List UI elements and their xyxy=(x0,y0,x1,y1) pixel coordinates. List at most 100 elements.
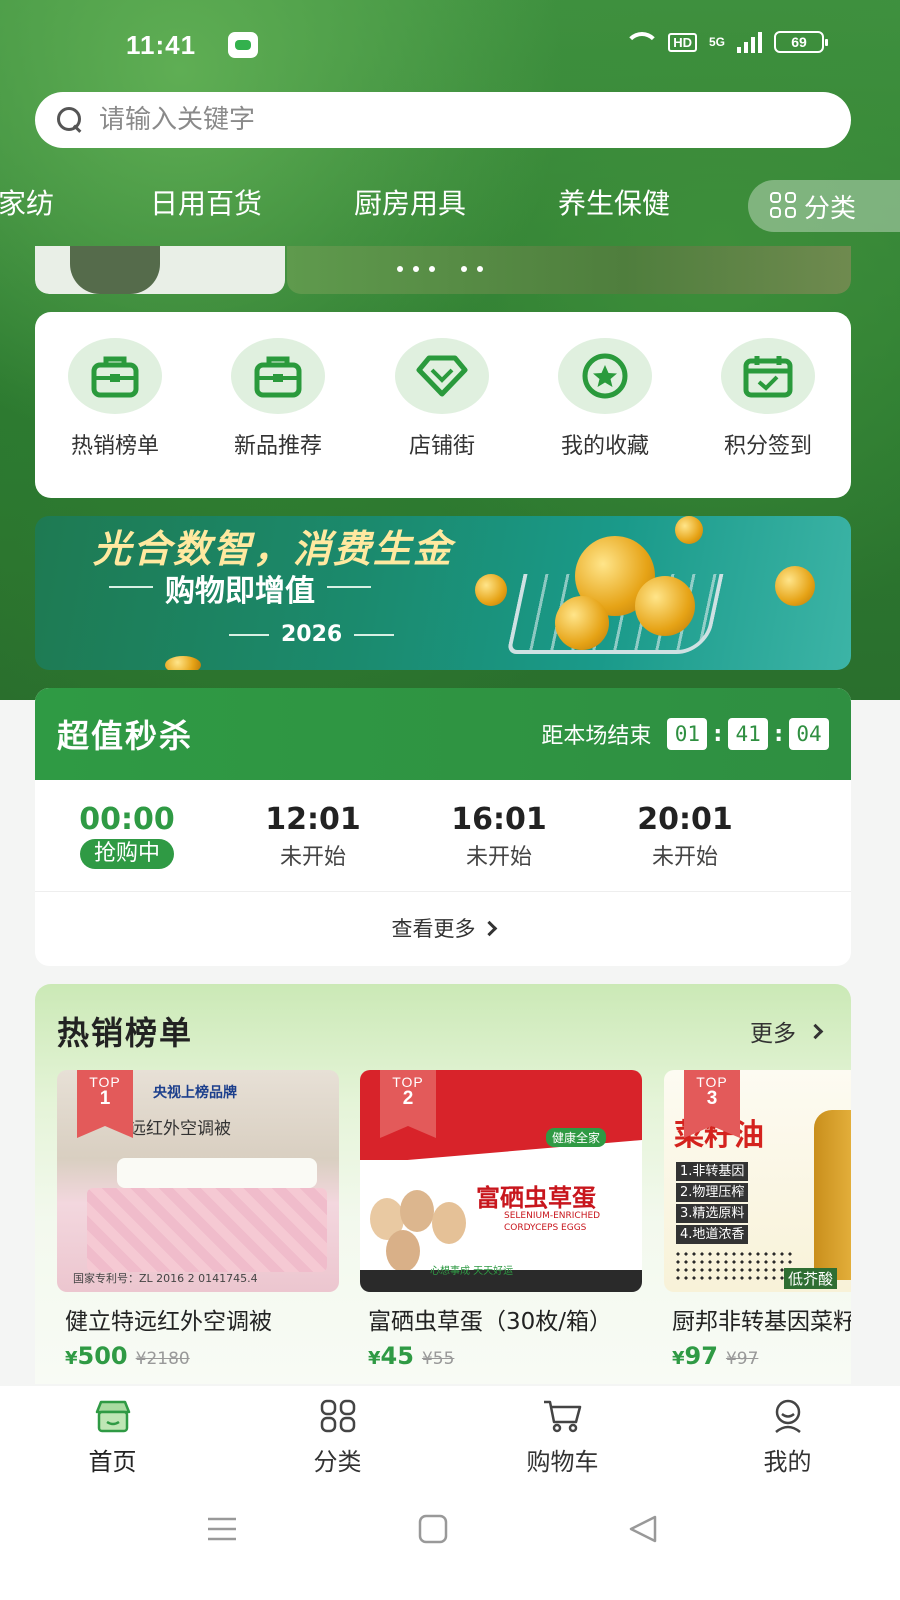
product-image-text: 远红外空调被 xyxy=(129,1119,231,1139)
nav-home[interactable]: 首页 xyxy=(0,1386,225,1490)
category-button-label: 分类 xyxy=(804,193,857,224)
product-image-point: 3.精选原料 xyxy=(676,1204,749,1223)
search-bar[interactable] xyxy=(35,92,851,148)
quick-item-hot-list[interactable]: 热销榜单 xyxy=(55,338,175,460)
signal-icon xyxy=(737,31,762,53)
product-image-point: 1.非转基因 xyxy=(676,1162,749,1181)
nav-cart[interactable]: 购物车 xyxy=(450,1386,675,1490)
search-icon xyxy=(57,107,81,131)
category-tab[interactable]: 厨房用具 xyxy=(354,182,466,222)
quick-item-store-street[interactable]: 店铺街 xyxy=(382,338,502,460)
slot-status: 未开始 xyxy=(651,845,718,870)
product-image: 央视上榜品牌 远红外空调被 国家专利号：ZL 2016 2 0141745.4 … xyxy=(57,1070,339,1292)
slot-time: 12:01 xyxy=(265,802,361,837)
price-original: ¥2180 xyxy=(135,1349,190,1369)
carousel-slide-right xyxy=(287,246,851,294)
product-image: 菜籽油 1.非转基因 2.物理压榨 3.精选原料 4.地道浓香 低芥酸 TOP … xyxy=(664,1070,851,1292)
chevron-right-icon xyxy=(481,920,497,936)
product-image-point: 2.物理压榨 xyxy=(676,1183,749,1202)
quick-item-label: 我的收藏 xyxy=(560,434,649,459)
chevron-right-icon xyxy=(807,1023,824,1039)
promo-year: 2026 xyxy=(228,622,395,647)
coin-icon xyxy=(635,576,695,636)
product-image-text: 富硒虫草蛋 xyxy=(476,1184,596,1212)
slot-time: 00:00 xyxy=(79,802,175,837)
coin-icon xyxy=(555,596,609,650)
message-app-icon xyxy=(228,32,258,58)
category-tab[interactable]: 日用百货 xyxy=(150,182,262,222)
slot-status: 抢购中 xyxy=(79,839,174,869)
product-price: ¥500 ¥2180 xyxy=(57,1342,339,1370)
product-image-footer: 低芥酸 xyxy=(784,1268,838,1289)
hot-list-title: 热销榜单 xyxy=(57,1014,194,1052)
promo-banner[interactable]: 光合数智，消费生金 购物即增值 2026 xyxy=(35,516,851,670)
product-card[interactable]: 健康全家 富硒虫草蛋 SELENIUM-ENRICHED CORDYCEPS E… xyxy=(360,1070,642,1370)
flash-sale-header: 超值秒杀 距本场结束 01 : 41 : 04 xyxy=(35,688,851,780)
nav-label: 首页 xyxy=(88,1448,137,1476)
product-image-brand: 央视上榜品牌 xyxy=(153,1085,237,1101)
back-icon[interactable] xyxy=(628,1514,658,1544)
flash-sale-card: 超值秒杀 距本场结束 01 : 41 : 04 00:00 抢购中 12:01 … xyxy=(35,688,851,966)
time-slots: 00:00 抢购中 12:01 未开始 16:01 未开始 20:01 未开始 xyxy=(35,780,851,892)
countdown-minutes: 41 xyxy=(728,718,769,750)
quick-item-favorites[interactable]: 我的收藏 xyxy=(545,338,665,460)
hot-list-section: 热销榜单 更多 央视上榜品牌 远红外空调被 国家专利号：ZL 2016 2 01… xyxy=(35,984,851,1384)
nav-label: 购物车 xyxy=(526,1448,599,1476)
carousel-banner[interactable] xyxy=(35,246,851,294)
category-tab[interactable]: 养生保健 xyxy=(558,182,670,222)
rank-badge-number: 2 xyxy=(402,1088,414,1109)
system-navigation-bar xyxy=(0,1490,900,1600)
slot-status: 未开始 xyxy=(279,845,346,870)
quick-item-checkin[interactable]: 积分签到 xyxy=(708,338,828,460)
time-slot[interactable]: 16:01 未开始 xyxy=(429,802,569,871)
time-slot[interactable]: 20:01 未开始 xyxy=(615,802,755,871)
time-slot[interactable]: 00:00 抢购中 xyxy=(57,802,197,869)
user-icon xyxy=(774,1399,801,1433)
product-name: 厨邦非转基因菜籽油 xyxy=(672,1309,851,1335)
product-image: 健康全家 富硒虫草蛋 SELENIUM-ENRICHED CORDYCEPS E… xyxy=(360,1070,642,1292)
gem-icon xyxy=(416,355,468,397)
price-current: ¥45 xyxy=(368,1342,414,1370)
grid-icon xyxy=(770,192,798,220)
coin-icon xyxy=(165,656,201,670)
see-more-button[interactable]: 查看更多 xyxy=(35,892,851,964)
price-current: ¥97 xyxy=(672,1342,718,1370)
nav-mine[interactable]: 我的 xyxy=(675,1386,900,1490)
calendar-check-icon xyxy=(743,356,793,398)
rank-badge: TOP 3 xyxy=(684,1070,740,1138)
wifi-icon xyxy=(622,30,661,54)
slot-time: 16:01 xyxy=(451,802,547,837)
menu-icon[interactable] xyxy=(206,1516,238,1542)
quick-item-label: 店铺街 xyxy=(408,434,475,459)
search-input[interactable] xyxy=(99,92,799,148)
promo-title: 光合数智，消费生金 xyxy=(93,527,454,571)
product-card[interactable]: 菜籽油 1.非转基因 2.物理压榨 3.精选原料 4.地道浓香 低芥酸 TOP … xyxy=(664,1070,851,1370)
home-square-icon[interactable] xyxy=(418,1514,448,1544)
product-name: 富硒虫草蛋（30枚/箱） xyxy=(368,1309,613,1335)
slot-status: 未开始 xyxy=(465,845,532,870)
coin-icon xyxy=(475,574,507,606)
category-tab[interactable]: 居家纺 xyxy=(0,182,54,222)
time-slot[interactable]: 12:01 未开始 xyxy=(243,802,383,871)
status-time: 11:41 xyxy=(126,30,197,60)
nav-label: 我的 xyxy=(763,1448,812,1476)
price-original: ¥55 xyxy=(421,1349,455,1369)
rank-badge: TOP 2 xyxy=(380,1070,436,1138)
rank-badge-number: 1 xyxy=(99,1088,111,1109)
price-current: ¥500 xyxy=(65,1342,128,1370)
product-image-footer: 国家专利号：ZL 2016 2 0141745.4 xyxy=(73,1272,258,1285)
quick-menu: 热销榜单 新品推荐 店铺街 我的收藏 积分签到 xyxy=(35,312,851,498)
quick-item-label: 新品推荐 xyxy=(233,434,322,459)
countdown-hours: 01 xyxy=(667,718,708,750)
category-button[interactable]: 分类 xyxy=(748,180,900,232)
product-card[interactable]: 央视上榜品牌 远红外空调被 国家专利号：ZL 2016 2 0141745.4 … xyxy=(57,1070,339,1370)
see-more-label: 查看更多 xyxy=(391,917,476,941)
hot-list-more-button[interactable]: 更多 xyxy=(750,1014,824,1048)
quick-item-new-products[interactable]: 新品推荐 xyxy=(218,338,338,460)
coin-icon xyxy=(775,566,815,606)
product-image-point: 4.地道浓香 xyxy=(676,1225,749,1244)
promo-subtitle: 购物即增值 xyxy=(109,566,371,610)
nav-category[interactable]: 分类 xyxy=(225,1386,450,1490)
status-icons: HD 5G 69 xyxy=(622,30,828,54)
product-name: 健立特远红外空调被 xyxy=(65,1309,272,1335)
